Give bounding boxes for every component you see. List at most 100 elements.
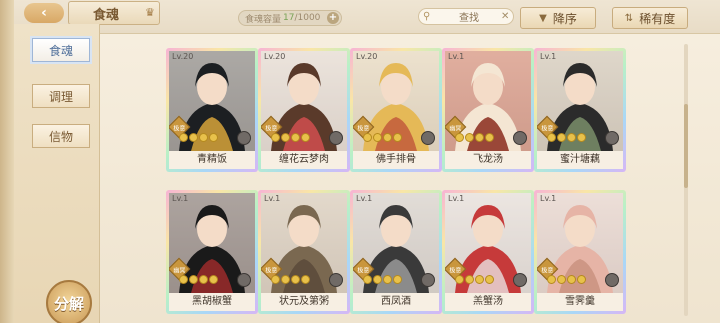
back-button[interactable]: ‹ bbox=[24, 3, 64, 23]
sort-arrow-icon: ▼ bbox=[539, 12, 547, 24]
card-name: 雪霁羹 bbox=[537, 293, 623, 311]
sidebar-item-label: 调理 bbox=[48, 89, 73, 104]
card-name: 状元及第粥 bbox=[261, 293, 347, 311]
food-soul-card[interactable]: Lv.1 幽冥 黑胡椒蟹 bbox=[166, 190, 258, 314]
star-icon bbox=[475, 133, 484, 142]
food-soul-card[interactable]: Lv.1 极意 雪霁羹 bbox=[534, 190, 626, 314]
star-rating bbox=[547, 275, 586, 284]
scrollbar-thumb[interactable] bbox=[684, 104, 688, 188]
star-icon bbox=[209, 133, 218, 142]
decompose-button[interactable]: 分解 bbox=[46, 280, 92, 323]
rank-badge-label: 幽冥 bbox=[173, 267, 186, 275]
search-input[interactable]: ⚲ 查找 ✕ bbox=[418, 8, 514, 25]
food-soul-card[interactable]: Lv.1 幽冥 飞龙汤 bbox=[442, 48, 534, 172]
star-rating bbox=[271, 275, 310, 284]
card-name: 佛手排骨 bbox=[353, 151, 439, 169]
star-icon bbox=[577, 275, 586, 284]
page-title-label: 食魂 bbox=[93, 7, 120, 23]
star-icon bbox=[301, 133, 310, 142]
star-icon bbox=[281, 275, 290, 284]
sort-desc-button[interactable]: ▼ 降序 bbox=[520, 7, 596, 29]
star-icon bbox=[373, 133, 382, 142]
star-icon bbox=[557, 275, 566, 284]
star-icon bbox=[271, 133, 280, 142]
food-soul-card[interactable]: Lv.1 极意 状元及第粥 bbox=[258, 190, 350, 314]
card-name: 缠花云梦肉 bbox=[261, 151, 347, 169]
capacity-current: 17 bbox=[283, 13, 295, 23]
element-icon bbox=[421, 131, 435, 145]
food-soul-card[interactable]: Lv.20 极意 缠花云梦肉 bbox=[258, 48, 350, 172]
search-icon: ⚲ bbox=[423, 11, 431, 22]
card-level: Lv.1 bbox=[172, 194, 189, 203]
star-icon bbox=[363, 275, 372, 284]
sidebar-item-label: 食魂 bbox=[48, 43, 73, 58]
star-icon bbox=[189, 133, 198, 142]
card-name: 西凤酒 bbox=[353, 293, 439, 311]
star-icon bbox=[557, 133, 566, 142]
card-level: Lv.1 bbox=[448, 194, 465, 203]
sidebar-item-food-soul[interactable]: 食魂 bbox=[32, 38, 90, 62]
element-icon bbox=[237, 131, 251, 145]
rank-badge-label: 极意 bbox=[541, 267, 554, 275]
star-icon bbox=[455, 133, 464, 142]
star-icon bbox=[179, 275, 188, 284]
element-icon bbox=[513, 131, 527, 145]
star-icon bbox=[209, 275, 218, 284]
star-rating bbox=[455, 133, 494, 142]
card-level: Lv.1 bbox=[448, 52, 465, 61]
star-icon bbox=[393, 275, 402, 284]
star-icon bbox=[567, 133, 576, 142]
card-name: 蜜汁塘藕 bbox=[537, 151, 623, 169]
food-soul-page: ‹ 食魂 ♛ 食魂容量 17 /1000 + ⚲ 查找 ✕ ▼ 降序 ⇅ 稀有度… bbox=[0, 0, 720, 323]
element-icon bbox=[605, 131, 619, 145]
food-soul-card[interactable]: Lv.20 极意 佛手排骨 bbox=[350, 48, 442, 172]
star-rating bbox=[547, 133, 586, 142]
sidebar-item-token[interactable]: 信物 bbox=[32, 124, 90, 148]
left-frame bbox=[0, 0, 14, 323]
food-soul-card[interactable]: Lv.1 极意 羔蟹汤 bbox=[442, 190, 534, 314]
star-icon bbox=[455, 275, 464, 284]
card-inner: Lv.20 极意 缠花云梦肉 bbox=[261, 51, 347, 169]
card-inner: Lv.1 幽冥 飞龙汤 bbox=[445, 51, 531, 169]
star-icon bbox=[363, 133, 372, 142]
card-inner: Lv.1 极意 羔蟹汤 bbox=[445, 193, 531, 311]
search-placeholder: 查找 bbox=[459, 13, 479, 24]
clear-icon[interactable]: ✕ bbox=[501, 11, 513, 22]
card-level: Lv.1 bbox=[540, 52, 557, 61]
star-icon bbox=[301, 275, 310, 284]
sidebar-item-label: 信物 bbox=[48, 129, 73, 144]
star-icon bbox=[373, 275, 382, 284]
star-rating bbox=[363, 275, 402, 284]
element-icon bbox=[421, 273, 435, 287]
rank-badge-label: 极意 bbox=[541, 125, 554, 133]
rank-badge-label: 极意 bbox=[173, 125, 186, 133]
scrollbar[interactable] bbox=[684, 44, 688, 316]
sort-rarity-label: 稀有度 bbox=[639, 11, 676, 26]
food-soul-card[interactable]: Lv.1 极意蜜汁塘藕 bbox=[534, 48, 626, 172]
food-soul-card[interactable]: Lv.20 极意 青精饭 bbox=[166, 48, 258, 172]
star-icon bbox=[291, 133, 300, 142]
card-grid: Lv.20 极意 青精饭 Lv.20 极意 缠花云梦肉 Lv.20 极意 佛手排骨 Lv.1 幽冥飞… bbox=[166, 48, 686, 318]
card-inner: Lv.1 极意蜜汁塘藕 bbox=[537, 51, 623, 169]
element-icon bbox=[605, 273, 619, 287]
card-name: 飞龙汤 bbox=[445, 151, 531, 169]
card-level: Lv.1 bbox=[264, 194, 281, 203]
star-icon bbox=[383, 275, 392, 284]
star-rating bbox=[179, 133, 218, 142]
rank-badge-label: 极意 bbox=[357, 267, 370, 275]
sidebar-item-cooking[interactable]: 调理 bbox=[32, 84, 90, 108]
star-icon bbox=[485, 133, 494, 142]
star-icon bbox=[179, 133, 188, 142]
star-icon bbox=[393, 133, 402, 142]
star-icon bbox=[485, 275, 494, 284]
add-capacity-button[interactable]: + bbox=[327, 12, 339, 24]
star-icon bbox=[465, 133, 474, 142]
star-icon bbox=[547, 275, 556, 284]
card-inner: Lv.20 极意 佛手排骨 bbox=[353, 51, 439, 169]
card-inner: Lv.1 极意 西凤酒 bbox=[353, 193, 439, 311]
sort-rarity-button[interactable]: ⇅ 稀有度 bbox=[612, 7, 688, 29]
capacity-total: /1000 bbox=[294, 13, 321, 23]
food-soul-card[interactable]: Lv.1 极意 西凤酒 bbox=[350, 190, 442, 314]
decompose-label: 分解 bbox=[53, 294, 84, 313]
card-inner: Lv.1 极意 状元及第粥 bbox=[261, 193, 347, 311]
